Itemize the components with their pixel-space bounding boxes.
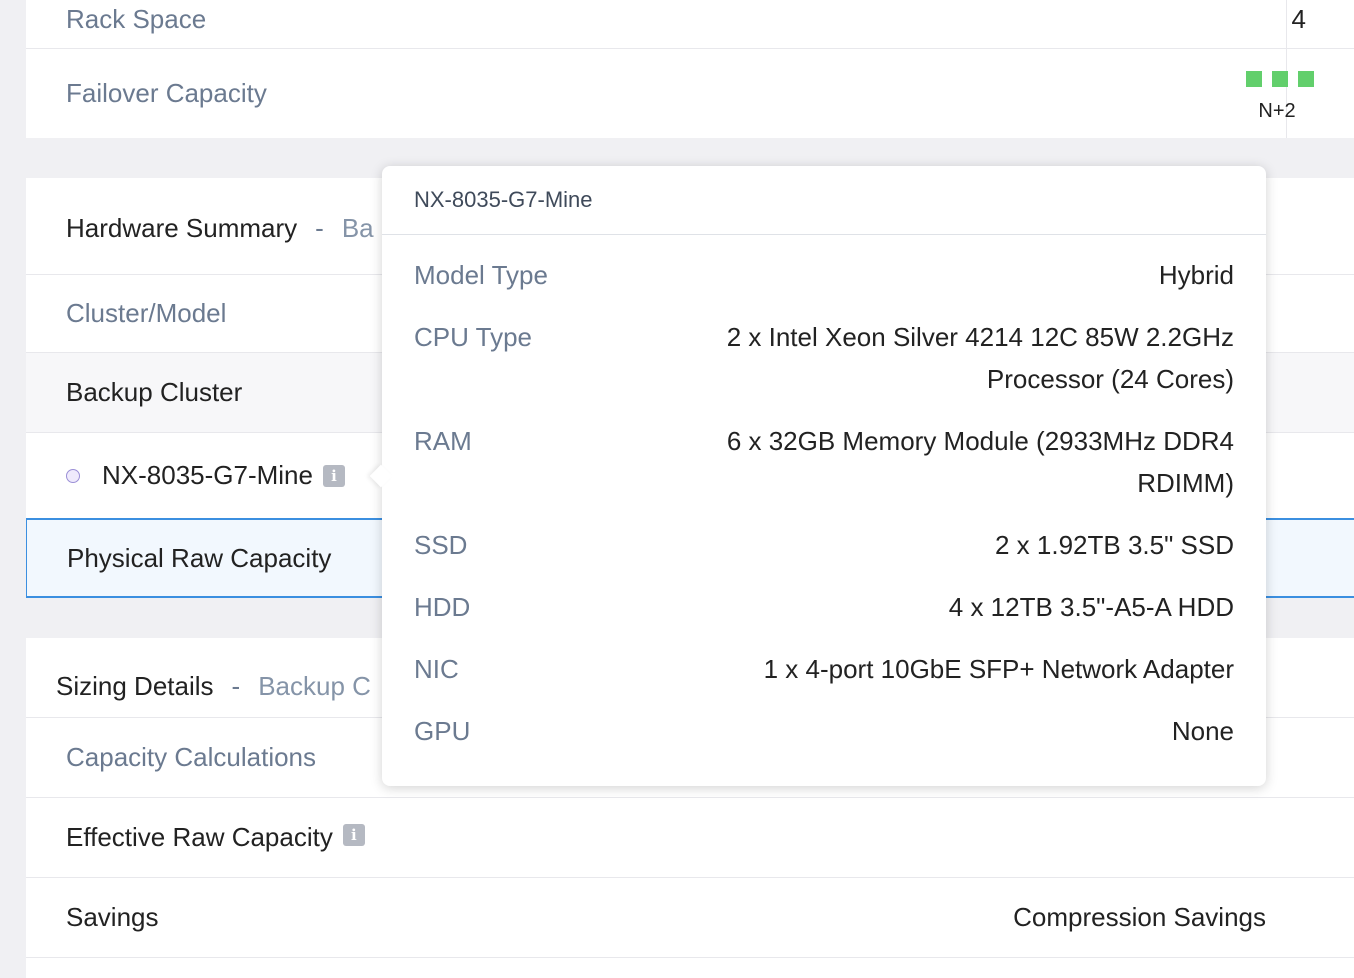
tooltip-title: NX-8035-G7-Mine [382,166,1266,235]
spec-key: HDD [414,592,471,622]
spec-key: GPU [414,716,471,746]
compression-savings-label: Compression Savings [1013,902,1266,932]
spec-key: CPU Type [414,322,533,352]
info-icon[interactable]: i [322,464,345,487]
node-radio-dot[interactable] [66,468,80,483]
rack-space-label: Rack Space [66,3,207,34]
failover-capacity-value: N+2 [1258,99,1296,122]
spec-value: 4 x 12TB 3.5"-A5-A HDD [948,592,1234,622]
spec-row-ssd: SSD 2 x 1.92TB 3.5" SSD [414,524,1234,566]
backup-cluster-label: Backup Cluster [66,377,243,407]
spec-value: 2 x Intel Xeon Silver 4214 12C 85W 2.2GH… [726,322,1234,394]
failover-level-bars [1236,70,1314,92]
node-name: NX-8035-G7-Mine [102,460,313,490]
rack-space-value: 4 [1291,3,1306,34]
spec-row-ram: RAM 6 x 32GB Memory Module (2933MHz DDR4… [414,420,1234,504]
node-spec-tooltip: NX-8035-G7-Mine Model Type Hybrid CPU Ty… [369,166,1266,786]
spec-value: Hybrid [1158,260,1234,290]
rack-space-row: Rack Space 4 [26,0,1354,49]
spec-value: 6 x 32GB Memory Module (2933MHz DDR4 RDI… [726,426,1234,498]
spec-key: RAM [414,426,472,456]
summary-card: Rack Space 4 Failover Capacity N+2 [26,0,1354,138]
failover-capacity-label: Failover Capacity [66,78,267,108]
sizing-details-subtitle: Backup C [258,671,371,701]
physical-raw-capacity-label: Physical Raw Capacity [67,542,332,573]
hardware-summary-subtitle: Ba [341,212,374,243]
spec-value: None [1171,716,1234,746]
cluster-model-label: Cluster/Model [66,298,227,328]
spec-key: Model Type [414,260,548,290]
spec-row-gpu: GPU None [414,710,1234,752]
failover-level-square [1298,70,1314,87]
hardware-summary-title: Hardware Summary [66,212,298,243]
spec-key: SSD [414,530,468,560]
spec-row-hdd: HDD 4 x 12TB 3.5"-A5-A HDD [414,586,1234,628]
spec-row-nic: NIC 1 x 4-port 10GbE SFP+ Network Adapte… [414,648,1234,690]
spec-key: NIC [414,654,459,684]
spec-row-cpu-type: CPU Type 2 x Intel Xeon Silver 4214 12C … [414,316,1234,400]
savings-row: Savings Compression Savings [26,878,1354,958]
failover-indicator: N+2 [1246,70,1314,123]
sizing-details-title: Sizing Details [56,671,214,701]
savings-label: Savings [66,902,159,932]
title-separator: - [231,671,241,701]
failover-level-square [1246,70,1262,87]
effective-raw-capacity-row: Effective Raw Capacity i [26,798,1354,878]
info-icon[interactable]: i [342,823,365,846]
spec-row-model-type: Model Type Hybrid [414,254,1234,296]
spec-value: 1 x 4-port 10GbE SFP+ Network Adapter [763,654,1234,684]
spec-value: 2 x 1.92TB 3.5" SSD [994,530,1234,560]
failover-capacity-row: Failover Capacity N+2 [26,49,1354,138]
failover-level-square [1272,70,1288,87]
capacity-calculations-label: Capacity Calculations [66,742,317,772]
title-separator: - [315,212,324,243]
effective-raw-capacity-label: Effective Raw Capacity [66,822,333,852]
